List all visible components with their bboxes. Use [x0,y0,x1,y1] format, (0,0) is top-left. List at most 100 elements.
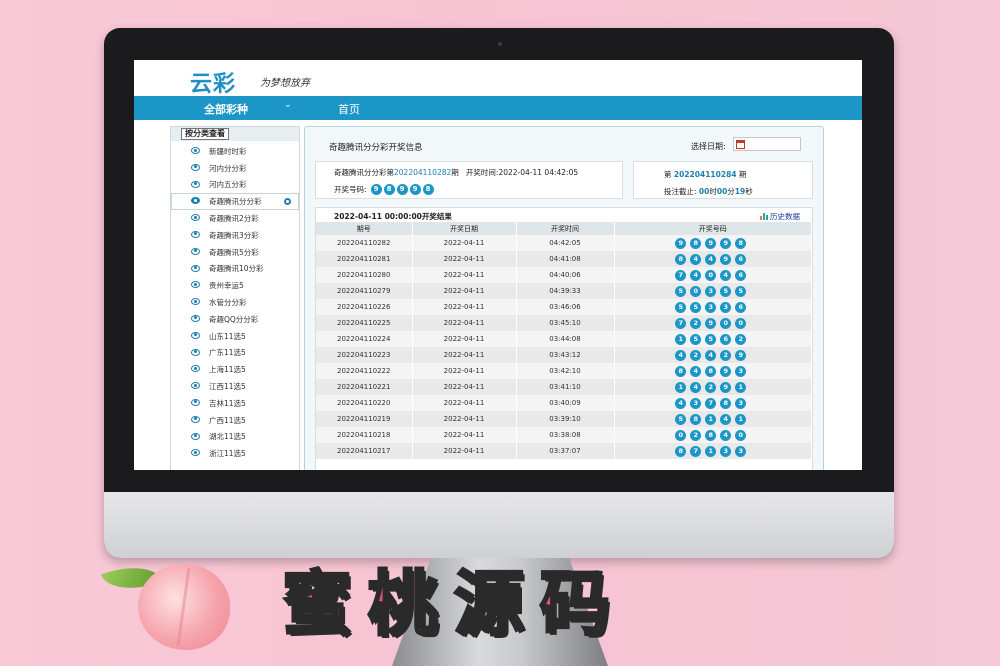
number-ball: 1 [705,413,717,425]
sidebar-item[interactable]: 新疆时时彩 [171,143,299,160]
sidebar-item[interactable]: 奇趣腾讯分分彩 [171,193,299,211]
screen: 云彩 为梦想放弃 全部彩种 ⌄ 首页 按分类查看 新疆时时彩 河内分分彩 河内五分彩… [134,60,862,470]
sidebar-item[interactable]: 河内分分彩 [171,160,299,177]
sidebar-item-label: 奇趣腾讯分分彩 [209,197,262,207]
next-issue-line: 第 202204110284 期 [664,169,746,180]
eye-icon [191,331,200,339]
cell-date: 2022-04-11 [412,363,517,379]
table-row: 202204110221 2022-04-11 03:41:10 1 4 2 9 1 [316,379,812,395]
cell-issue: 202204110224 [316,331,413,347]
number-ball: 8 [675,253,687,265]
sidebar-item[interactable]: 浙江11选5 [171,445,299,462]
sidebar-item-label: 奇趣腾讯2分彩 [209,214,259,224]
sidebar-item[interactable]: 奇趣腾讯3分彩 [171,227,299,244]
number-ball: 3 [720,301,732,313]
number-ball: 6 [735,301,747,313]
number-ball: 5 [675,301,687,313]
col-issue: 期号 [316,222,413,235]
sidebar-item[interactable]: 水管分分彩 [171,294,299,311]
sidebar-item[interactable]: 广西11选5 [171,412,299,429]
number-ball: 8 [675,365,687,377]
cell-time: 03:38:08 [516,427,615,443]
eye-icon [191,382,200,390]
cell-numbers: 84496 [614,251,812,267]
eye-icon [191,281,200,289]
nav-home[interactable]: 首页 [338,101,360,117]
number-ball: 2 [735,333,747,345]
number-ball: 5 [705,333,717,345]
cell-time: 04:41:08 [516,251,615,267]
cell-issue: 202204110219 [316,411,413,427]
date-input[interactable] [733,137,801,151]
table-row: 202204110282 2022-04-11 04:42:05 9 8 9 9 8 [316,235,812,251]
cell-time: 03:43:12 [516,347,615,363]
table-row: 202204110281 2022-04-11 04:41:08 8 4 4 9 6 [316,251,812,267]
col-numbers: 开奖号码 [614,222,812,235]
current-time: 2022-04-11 04:42:05 [498,168,579,177]
eye-icon [191,180,200,188]
site-logo[interactable]: 云彩 [190,66,236,98]
sidebar-item[interactable]: 吉林11选5 [171,395,299,412]
sidebar-item-label: 奇趣QQ分分彩 [209,314,259,324]
number-ball: 4 [705,349,717,361]
sidebar-item[interactable]: 奇趣腾讯10分彩 [171,261,299,278]
peach-logo [138,564,230,650]
table-row: 202204110219 2022-04-11 03:39:10 5 8 1 4 1 [316,411,812,427]
col-date: 开奖日期 [412,222,517,235]
number-ball: 1 [735,413,747,425]
cell-issue: 202204110220 [316,395,413,411]
countdown-seconds: 19 [734,187,746,196]
sidebar-item[interactable]: 奇趣QQ分分彩 [171,311,299,328]
cell-time: 03:41:10 [516,379,615,395]
current-draw-box: 奇趣腾讯分分彩第202204110282期 开奖时间:2022-04-11 04… [315,161,623,199]
chevron-down-icon[interactable]: ⌄ [284,100,292,110]
number-ball: 5 [675,413,687,425]
number-ball: 2 [705,381,717,393]
cell-time: 03:45:10 [516,315,615,331]
cell-date: 2022-04-11 [412,427,517,443]
table-row: 202204110222 2022-04-11 03:42:10 8 4 8 9 3 [316,363,812,379]
brand-text: 蜜桃源码 [281,562,626,647]
eye-icon [191,163,200,171]
sidebar-item[interactable]: 奇趣腾讯5分彩 [171,244,299,261]
sidebar-item[interactable]: 上海11选5 [171,361,299,378]
sidebar-item[interactable]: 奇趣腾讯2分彩 [171,210,299,227]
cell-issue: 202204110225 [316,315,413,331]
cell-date: 2022-04-11 [412,299,517,315]
cell-date: 2022-04-11 [412,251,517,267]
nav-all-games[interactable]: 全部彩种 [204,101,248,117]
sidebar-item-label: 浙江11选5 [209,449,246,459]
number-ball: 4 [705,253,717,265]
cell-issue: 202204110226 [316,299,413,315]
sidebar-item[interactable]: 湖北11选5 [171,429,299,446]
cell-numbers: 55336 [614,299,812,315]
eye-icon [191,432,200,440]
sidebar-item[interactable]: 贵州幸运5 [171,277,299,294]
sidebar-item[interactable]: 江西11选5 [171,378,299,395]
countdown-hours: 00 [698,187,710,196]
number-ball: 5 [735,285,747,297]
next-suffix: 期 [738,170,747,179]
minutes-unit: 分 [727,187,735,196]
sidebar-item[interactable]: 山东11选5 [171,328,299,345]
cell-numbers: 84893 [614,363,812,379]
history-data-link[interactable]: 历史数据 [760,211,800,222]
number-ball: 4 [720,413,732,425]
number-ball: 3 [735,397,747,409]
number-ball: 8 [705,429,717,441]
results-panel: 2022-04-11 00:00:00开奖结果 历史数据 期号 开奖日期 开奖时… [315,207,813,470]
number-ball: 9 [720,253,732,265]
sidebar-item-label: 奇趣腾讯5分彩 [209,247,259,257]
number-ball: 9 [370,184,382,195]
eye-icon [191,214,200,222]
number-ball: 9 [705,237,717,249]
cell-issue: 202204110282 [316,235,413,251]
eye-icon [191,449,200,457]
history-link-label[interactable]: 历史数据 [770,211,800,222]
eye-icon [191,197,200,205]
number-ball: 4 [720,429,732,441]
sidebar-item[interactable]: 河内五分彩 [171,177,299,194]
table-row: 202204110280 2022-04-11 04:40:06 7 4 0 4 6 [316,267,812,283]
calendar-icon[interactable] [736,140,745,149]
sidebar-item[interactable]: 广东11选5 [171,345,299,362]
